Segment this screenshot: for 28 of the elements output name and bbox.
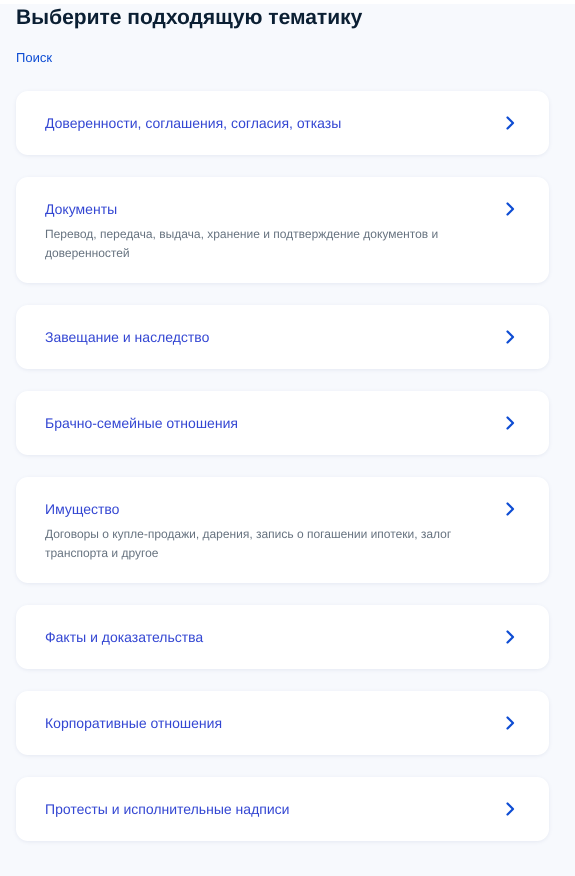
topic-card[interactable]: Брачно-семейные отношения xyxy=(16,391,549,455)
chevron-right-icon xyxy=(506,116,515,130)
search-link[interactable]: Поиск xyxy=(16,50,52,65)
topic-card[interactable]: Корпоративные отношения xyxy=(16,691,549,755)
chevron-right-icon xyxy=(506,716,515,730)
topic-title: Имущество xyxy=(45,500,120,519)
topic-card[interactable]: Имущество Договоры о купле-продажи, дарения, запись о погашении ипотеки, залог транспорта и другое xyxy=(16,477,549,583)
topic-title: Доверенности, соглашения, согласия, отказы xyxy=(45,114,342,133)
chevron-right-icon xyxy=(506,416,515,430)
topic-card[interactable]: Протесты и исполнительные надписи xyxy=(16,777,549,841)
chevron-right-icon xyxy=(506,802,515,816)
topic-card[interactable]: Факты и доказательства xyxy=(16,605,549,669)
topic-card[interactable]: Завещание и наследство xyxy=(16,305,549,369)
topic-title: Корпоративные отношения xyxy=(45,714,224,733)
topic-description: Договоры о купле-продажи, дарения, запись о погашении ипотеки, залог транспорта и другое xyxy=(45,526,452,562)
page-title: Выберите подходящую тематику xyxy=(16,6,364,30)
topic-title: Протесты и исполнительные надписи xyxy=(45,800,290,819)
chevron-right-icon xyxy=(506,202,515,216)
chevron-right-icon xyxy=(506,502,515,516)
topic-title: Документы xyxy=(45,200,118,219)
topic-card[interactable]: Документы Перевод, передача, выдача, хранение и подтверждение документов и доверенностей xyxy=(16,177,549,283)
chevron-right-icon xyxy=(506,330,515,344)
topic-title: Факты и доказательства xyxy=(45,628,204,647)
chevron-right-icon xyxy=(506,630,515,644)
topic-description: Перевод, передача, выдача, хранение и подтверждение документов и доверенностей xyxy=(45,226,440,262)
topic-title: Брачно-семейные отношения xyxy=(45,414,239,433)
topic-title: Завещание и наследство xyxy=(45,328,210,347)
topic-card[interactable]: Доверенности, соглашения, согласия, отказы xyxy=(16,91,549,155)
